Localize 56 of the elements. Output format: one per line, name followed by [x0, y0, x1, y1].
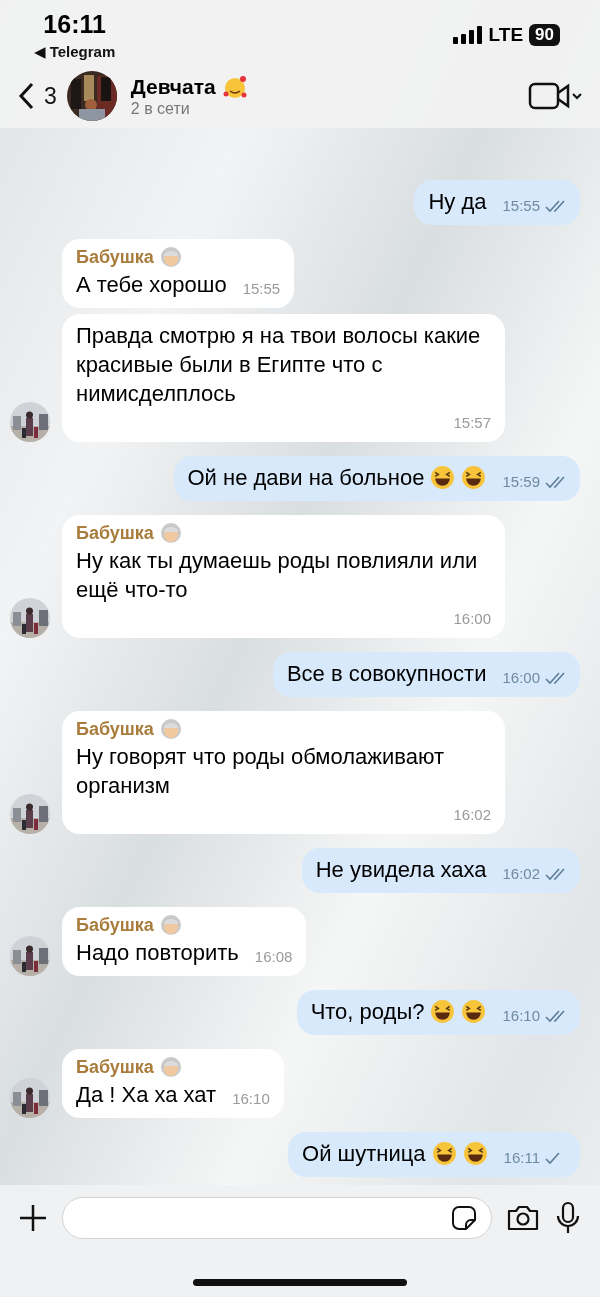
message-text: Ой не дави на больное: [187, 464, 425, 492]
sender-name: Бабушка: [76, 914, 154, 936]
laughing-face-icon: [430, 465, 456, 490]
message-time: 16:10: [232, 1089, 270, 1109]
signal-icon: [452, 26, 483, 44]
back-icon: [18, 82, 34, 110]
message-time: 15:59: [502, 472, 540, 492]
laughing-face-icon: [462, 1141, 488, 1166]
laughing-face-icon: [431, 1141, 457, 1166]
sticker-icon[interactable]: [451, 1205, 477, 1231]
message-time: 16:00: [502, 668, 540, 688]
back-to-app-link[interactable]: ◀ Telegram: [34, 43, 116, 61]
message-text: Все в совокупности: [286, 660, 487, 688]
message-time: 15:57: [453, 413, 491, 433]
sender-name: Бабушка: [76, 718, 154, 740]
network-type: LTE: [488, 24, 524, 46]
message-time: 15:55: [502, 196, 540, 216]
microphone-button[interactable]: [554, 1201, 582, 1235]
grandmother-icon: [159, 522, 182, 544]
message-time: 16:02: [502, 864, 540, 884]
chat-subtitle: 2 в сети: [130, 100, 191, 118]
message-input-field[interactable]: [62, 1197, 492, 1239]
grandmother-icon: [159, 246, 182, 268]
grandmother-icon: [159, 914, 182, 936]
laughing-face-icon: [461, 999, 487, 1024]
attach-button[interactable]: [18, 1203, 48, 1233]
message-time: 15:55: [242, 279, 281, 299]
battery-level: 90: [529, 24, 560, 46]
message-time: 16:11: [503, 1148, 540, 1168]
video-call-button[interactable]: [528, 81, 584, 111]
chat-title: Девчата: [130, 75, 216, 99]
sender-name: Бабушка: [76, 246, 154, 268]
status-time: 16:11: [43, 10, 106, 39]
message-text: Ой шутница: [302, 1140, 426, 1168]
message-text: Надо повторить: [76, 939, 239, 967]
message-text: Да ! Ха ха хат: [76, 1081, 217, 1109]
message-text: Ну да: [428, 188, 487, 216]
message-text: Правда смотрю я на твои волосы какие красивые были в Египте что с нимисделплось: [76, 322, 482, 408]
message-time: 16:00: [453, 609, 491, 629]
message-text: А тебе хорошо: [76, 271, 227, 299]
message-time: 16:08: [254, 947, 293, 967]
sender-name: Бабушка: [76, 1056, 154, 1078]
message-time: 16:10: [502, 1006, 540, 1026]
message-time: 16:02: [453, 805, 491, 825]
laughing-face-icon: [430, 999, 456, 1024]
grandmother-icon: [159, 718, 182, 740]
message-text: Ну как ты думаешь роды повлияли или ещё что-то: [76, 547, 479, 604]
grandmother-icon: [159, 1056, 182, 1078]
camera-button[interactable]: [506, 1204, 540, 1232]
back-button[interactable]: 3: [18, 82, 57, 110]
smiling-face-with-hearts-icon: [221, 74, 248, 100]
message-text: Что, роды?: [310, 998, 425, 1026]
sender-name: Бабушка: [76, 522, 154, 544]
message-text: Не увидела хаха: [315, 856, 487, 884]
message-text: Ну говорят что роды обмолаживают организм: [76, 743, 445, 800]
laughing-face-icon: [461, 465, 487, 490]
